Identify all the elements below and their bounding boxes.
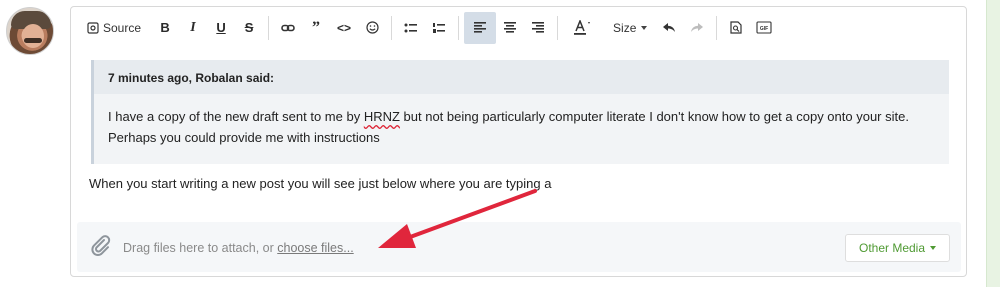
svg-text:GIF: GIF xyxy=(760,26,768,32)
align-left-icon xyxy=(474,22,487,33)
undo-button[interactable] xyxy=(655,12,683,44)
align-center-icon xyxy=(504,22,517,33)
gif-button[interactable]: GIF xyxy=(750,12,778,44)
toolbar-divider xyxy=(458,15,460,40)
toolbar-divider xyxy=(557,15,559,40)
editor-toolbar: Source B I U S ” <> Size GIF xyxy=(71,7,966,48)
underline-icon: U xyxy=(216,20,226,35)
paperclip-icon xyxy=(91,235,111,256)
bulleted-list-icon xyxy=(404,23,418,32)
redo-icon xyxy=(691,23,704,32)
attach-prompt: Drag files here to attach, or choose fil… xyxy=(123,241,354,255)
source-icon xyxy=(87,21,99,34)
italic-icon: I xyxy=(190,19,196,35)
bold-button[interactable]: B xyxy=(151,12,179,44)
link-icon xyxy=(281,24,295,31)
align-right-button[interactable] xyxy=(524,12,552,44)
quote-button[interactable]: ” xyxy=(302,12,330,44)
toolbar-divider xyxy=(268,15,270,40)
emoji-button[interactable] xyxy=(358,12,386,44)
avatar[interactable] xyxy=(6,7,54,55)
link-button[interactable] xyxy=(274,12,302,44)
size-label: Size xyxy=(613,20,637,35)
quote-body: I have a copy of the new draft sent to m… xyxy=(108,106,943,148)
avatar-face xyxy=(22,24,44,48)
misspelled-word: HRNZ xyxy=(363,109,400,124)
bulleted-list-button[interactable] xyxy=(397,12,425,44)
source-label: Source xyxy=(103,20,142,35)
preview-button[interactable] xyxy=(722,12,750,44)
strikethrough-icon: S xyxy=(244,20,254,35)
strikethrough-button[interactable]: S xyxy=(235,12,263,44)
align-right-icon xyxy=(532,22,545,33)
size-button[interactable]: Size xyxy=(609,12,651,44)
gif-icon: GIF xyxy=(756,21,772,34)
other-media-label: Other Media xyxy=(858,241,926,255)
right-sidebar-strip xyxy=(986,0,1000,287)
avatar-mustache xyxy=(24,38,42,43)
other-media-button[interactable]: Other Media xyxy=(845,234,950,262)
emoji-icon xyxy=(365,21,379,34)
quote-icon: ” xyxy=(312,18,321,36)
undo-icon xyxy=(663,23,676,32)
text-color-button[interactable] xyxy=(563,12,603,44)
toolbar-divider xyxy=(716,15,718,40)
chevron-down-icon xyxy=(641,25,648,30)
text-color-icon xyxy=(574,19,591,35)
underline-button[interactable]: U xyxy=(207,12,235,44)
bold-icon: B xyxy=(160,20,170,35)
redo-button[interactable] xyxy=(683,12,711,44)
toolbar-divider xyxy=(391,15,393,40)
annotation-arrow-icon xyxy=(378,189,537,248)
numbered-list-icon xyxy=(433,22,446,33)
quote-text-start: I have a copy of the new draft sent to m… xyxy=(108,109,364,124)
preview-icon xyxy=(730,21,742,34)
chevron-down-icon xyxy=(930,246,937,250)
numbered-list-button[interactable] xyxy=(425,12,453,44)
choose-files-link[interactable]: choose files... xyxy=(277,241,353,255)
italic-button[interactable]: I xyxy=(179,12,207,44)
source-button[interactable]: Source xyxy=(83,12,145,44)
align-center-button[interactable] xyxy=(496,12,524,44)
attach-prompt-text: Drag files here to attach, or xyxy=(123,241,278,255)
code-icon: <> xyxy=(337,20,352,35)
quoted-post: 7 minutes ago, Robalan said: I have a co… xyxy=(91,60,949,164)
quote-header: 7 minutes ago, Robalan said: xyxy=(94,60,949,94)
align-left-button[interactable] xyxy=(464,11,497,44)
code-button[interactable]: <> xyxy=(330,12,358,44)
